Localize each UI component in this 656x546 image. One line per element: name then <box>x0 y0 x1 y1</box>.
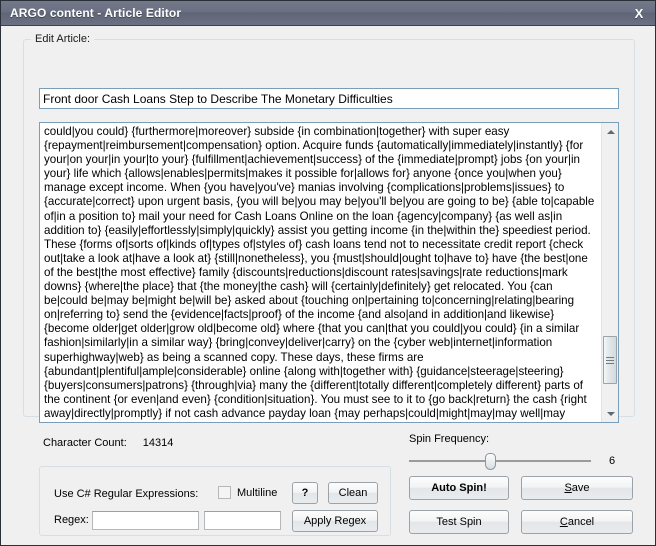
slider-track <box>409 460 591 462</box>
cancel-accelerator: C <box>559 516 568 528</box>
close-icon[interactable]: X <box>629 6 649 21</box>
scroll-up-button[interactable] <box>602 123 619 140</box>
multiline-label: Multiline <box>237 486 278 499</box>
apply-regex-button[interactable]: Apply Regex <box>292 510 378 532</box>
test-spin-button[interactable]: Test Spin <box>409 510 509 534</box>
help-button[interactable]: ? <box>292 482 318 504</box>
checkbox-icon[interactable] <box>218 486 231 499</box>
application-window: ARGO content - Article Editor X Edit Art… <box>0 0 656 546</box>
cancel-label-rest: ancel <box>567 516 595 528</box>
window-title: ARGO content - Article Editor <box>10 6 182 20</box>
client-area: Edit Article: could|you could} {furtherm… <box>1 26 655 545</box>
scrollbar-thumb[interactable] <box>603 336 617 384</box>
regex-field-label: Regex: <box>54 514 89 526</box>
use-regex-label: Use C# Regular Expressions: <box>54 488 199 500</box>
spin-frequency-row: 6 <box>409 451 639 471</box>
spin-frequency-value: 6 <box>609 455 616 467</box>
spin-frequency-label: Spin Frequency: <box>409 433 490 445</box>
edit-article-caption: Edit Article: <box>31 33 95 45</box>
auto-spin-button[interactable]: Auto Spin! <box>409 476 509 500</box>
triangle-up-icon <box>606 129 615 134</box>
spin-frequency-area: Spin Frequency: 6 <box>409 433 639 471</box>
save-button[interactable]: Save <box>521 476 633 500</box>
regex-replacement-input[interactable] <box>204 511 281 530</box>
article-body-text[interactable]: could|you could} {furthermore|moreover} … <box>40 123 601 422</box>
regex-pattern-input[interactable] <box>92 511 199 530</box>
article-body-container: could|you could} {furthermore|moreover} … <box>39 122 619 423</box>
scroll-down-button[interactable] <box>602 405 619 422</box>
save-accelerator: S <box>564 482 572 494</box>
clean-button[interactable]: Clean <box>328 482 378 504</box>
triangle-down-icon <box>606 411 615 416</box>
character-count: Character Count: 14314 <box>43 437 173 449</box>
save-label-rest: ave <box>571 482 590 494</box>
article-title-input[interactable] <box>39 88 619 109</box>
slider-thumb[interactable] <box>485 453 496 470</box>
character-count-value: 14314 <box>142 437 174 449</box>
multiline-checkbox[interactable]: Multiline <box>218 486 277 499</box>
cancel-button[interactable]: Cancel <box>521 510 633 534</box>
regex-groupbox: Use C# Regular Expressions: Multiline ? … <box>39 466 391 536</box>
character-count-label: Character Count: <box>43 437 127 449</box>
scrollbar-grip-icon <box>606 356 614 364</box>
article-body-scrollbar[interactable] <box>601 123 618 422</box>
spin-frequency-slider[interactable] <box>409 451 591 471</box>
title-bar: ARGO content - Article Editor X <box>1 1 655 26</box>
